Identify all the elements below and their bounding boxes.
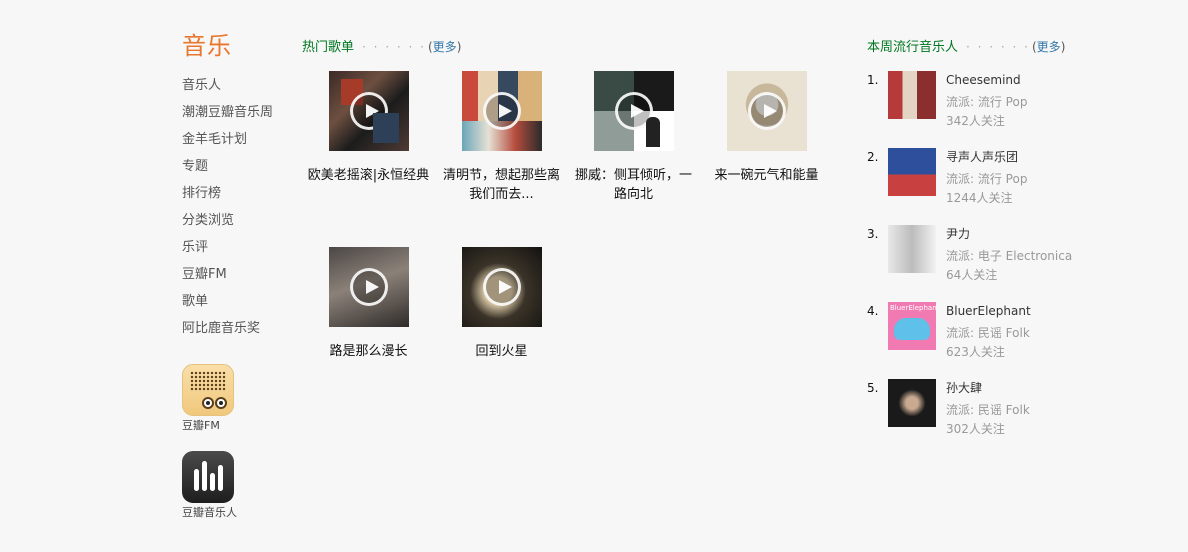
section-header: 热门歌单 · · · · · · (更多) — [302, 40, 462, 55]
play-icon[interactable] — [482, 268, 521, 306]
playlist-name[interactable]: 挪威：侧耳倾听，一路向北 — [570, 166, 697, 204]
sidebar-nav: 音乐人 潮潮豆瓣音乐周 金羊毛计划 专题 排行榜 分类浏览 乐评 豆瓣FM 歌单… — [182, 72, 292, 342]
playlist-cover[interactable] — [593, 71, 674, 151]
artist-photo[interactable] — [888, 148, 936, 196]
artist-item: 3. 尹力 流派: 电子 Electronica 64人关注 — [867, 225, 1107, 302]
sidebar-item-abilu-awards[interactable]: 阿比鹿音乐奖 — [182, 315, 292, 342]
artist-followers: 342人关注 — [946, 114, 1005, 128]
equalizer-app-icon[interactable] — [182, 451, 234, 503]
sidebar-item-musicians[interactable]: 音乐人 — [182, 72, 292, 99]
artist-followers: 1244人关注 — [946, 191, 1013, 205]
playlist-cover[interactable] — [328, 71, 409, 151]
elephant-illustration — [894, 318, 930, 340]
sidebar-item-browse[interactable]: 分类浏览 — [182, 207, 292, 234]
playlist-name[interactable]: 欧美老摇滚|永恒经典 — [305, 166, 432, 185]
artist-name[interactable]: 寻声人声乐团 — [946, 148, 1027, 166]
section-title: 热门歌单 — [302, 40, 355, 55]
artist-name[interactable]: Cheesemind — [946, 71, 1027, 89]
playlist-cover[interactable] — [461, 247, 542, 327]
playlist-cover[interactable] — [461, 71, 542, 151]
playlist-card[interactable]: 挪威：侧耳倾听，一路向北 — [570, 71, 697, 204]
fm-app-label[interactable]: 豆瓣FM — [182, 417, 262, 433]
play-icon[interactable] — [349, 268, 388, 306]
sidebar-item-fm[interactable]: 豆瓣FM — [182, 261, 292, 288]
artist-name[interactable]: 孙大肆 — [946, 379, 1030, 397]
artist-name[interactable]: 尹力 — [946, 225, 1072, 243]
sidebar-item-playlists[interactable]: 歌单 — [182, 288, 292, 315]
artist-item: 2. 寻声人声乐团 流派: 流行 Pop 1244人关注 — [867, 148, 1107, 225]
sidebar-item-charts[interactable]: 排行榜 — [182, 180, 292, 207]
artist-genre: 流派: 流行 Pop — [946, 172, 1028, 186]
artist-rank: 4. — [867, 304, 879, 318]
section-title: 本周流行音乐人 — [867, 40, 959, 55]
playlist-name[interactable]: 清明节，想起那些离我们而去... — [438, 166, 565, 204]
artist-photo[interactable] — [888, 71, 936, 119]
artist-list: 1. Cheesemind 流派: 流行 Pop 342人关注 2. 寻声人声乐… — [867, 71, 1107, 456]
playlist-card[interactable]: 欧美老摇滚|永恒经典 — [305, 71, 432, 185]
artist-followers: 302人关注 — [946, 422, 1005, 436]
hot-playlists-section: 热门歌单 · · · · · · (更多) 欧美老摇滚|永恒经典 清明节，想起那些离… — [302, 38, 832, 359]
artist-photo[interactable]: BluerElephant — [888, 302, 936, 350]
radio-app-icon[interactable] — [182, 364, 234, 416]
artist-name[interactable]: BluerElephant — [946, 302, 1031, 320]
playlist-card[interactable]: 来一碗元气和能量 — [703, 71, 830, 185]
artist-genre: 流派: 民谣 Folk — [946, 403, 1030, 417]
artist-followers: 623人关注 — [946, 345, 1005, 359]
playlist-card[interactable]: 清明节，想起那些离我们而去... — [438, 71, 565, 204]
sidebar-item-topics[interactable]: 专题 — [182, 153, 292, 180]
more-link[interactable]: (更多) — [428, 40, 461, 54]
popular-musicians-section: 本周流行音乐人 · · · · · · (更多) 1. Cheesemind 流派:… — [867, 38, 1107, 456]
play-icon[interactable] — [349, 92, 388, 130]
artist-item: 1. Cheesemind 流派: 流行 Pop 342人关注 — [867, 71, 1107, 148]
sidebar-item-golden-fleece[interactable]: 金羊毛计划 — [182, 126, 292, 153]
fm-app-link[interactable]: 豆瓣FM — [182, 364, 262, 433]
page-title: 音乐 — [182, 32, 232, 60]
playlist-name[interactable]: 回到火星 — [438, 342, 565, 361]
artist-rank: 5. — [867, 381, 879, 395]
artist-rank: 2. — [867, 150, 879, 164]
playlist-cover[interactable] — [726, 71, 807, 151]
left-sidebar: 音乐 音乐人 潮潮豆瓣音乐周 金羊毛计划 专题 排行榜 分类浏览 乐评 豆瓣FM… — [182, 30, 292, 520]
artist-rank: 3. — [867, 227, 879, 241]
playlist-card[interactable]: 回到火星 — [438, 247, 565, 361]
sidebar-item-reviews[interactable]: 乐评 — [182, 234, 292, 261]
artist-photo[interactable] — [888, 379, 936, 427]
artist-photo-text: BluerElephant — [890, 304, 936, 312]
musician-app-link[interactable]: 豆瓣音乐人 — [182, 451, 262, 520]
artist-genre: 流派: 民谣 Folk — [946, 326, 1030, 340]
playlist-cover[interactable] — [328, 247, 409, 327]
artist-genre: 流派: 流行 Pop — [946, 95, 1028, 109]
musician-app-label[interactable]: 豆瓣音乐人 — [182, 504, 262, 520]
artist-item: 4. BluerElephant BluerElephant 流派: 民谣 Fo… — [867, 302, 1107, 379]
artist-genre: 流派: 电子 Electronica — [946, 249, 1073, 263]
play-icon[interactable] — [482, 92, 521, 130]
playlist-name[interactable]: 来一碗元气和能量 — [703, 166, 830, 185]
more-link[interactable]: (更多) — [1032, 40, 1065, 54]
playlist-name[interactable]: 路是那么漫长 — [305, 342, 432, 361]
artist-followers: 64人关注 — [946, 268, 998, 282]
play-icon[interactable] — [747, 92, 786, 130]
play-icon[interactable] — [614, 92, 653, 130]
artist-item: 5. 孙大肆 流派: 民谣 Folk 302人关注 — [867, 379, 1107, 456]
artist-photo[interactable] — [888, 225, 936, 273]
playlist-card[interactable]: 路是那么漫长 — [305, 247, 432, 361]
section-header: 本周流行音乐人 · · · · · · (更多) — [867, 40, 1066, 55]
artist-rank: 1. — [867, 73, 879, 87]
sidebar-item-music-week[interactable]: 潮潮豆瓣音乐周 — [182, 99, 292, 126]
